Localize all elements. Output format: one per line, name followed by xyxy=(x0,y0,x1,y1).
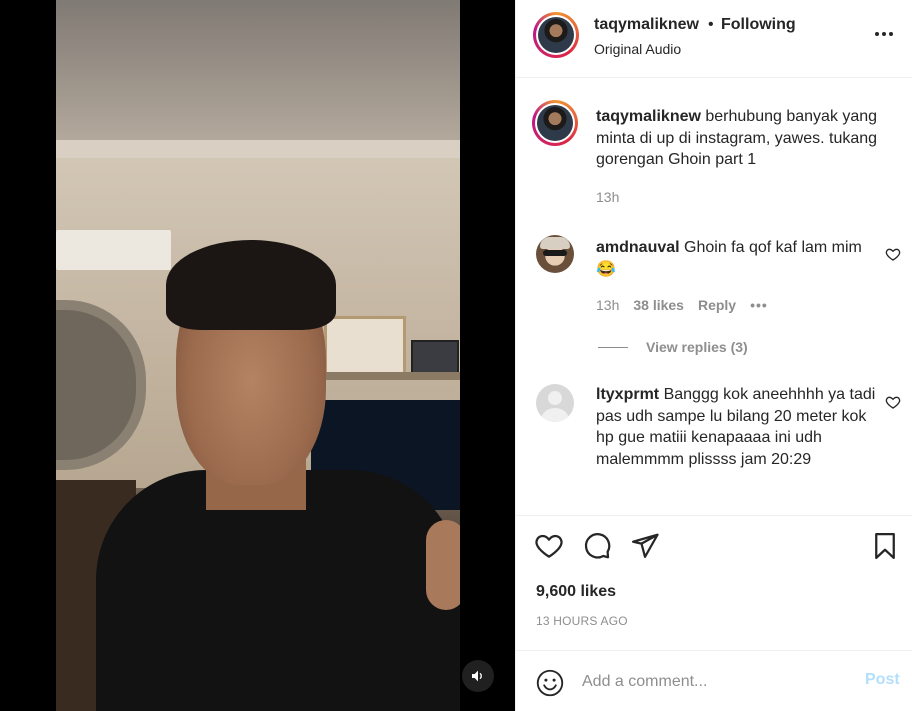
commenter-avatar[interactable] xyxy=(536,235,574,273)
audio-toggle-button[interactable] xyxy=(462,660,494,692)
like-count[interactable]: 9,600 likes xyxy=(536,583,616,601)
avatar-glasses-detail xyxy=(543,250,567,256)
avatar-border xyxy=(535,103,575,143)
video-scene-molding xyxy=(56,140,460,158)
video-scene-frame-small xyxy=(411,340,459,376)
bookmark-icon[interactable] xyxy=(870,531,900,561)
caption-text: taqymaliknew berhubung banyak yang minta… xyxy=(596,106,881,171)
post-timestamp[interactable]: 13 HOURS AGO xyxy=(536,614,628,628)
comment-username[interactable]: amdnauval xyxy=(596,239,680,256)
author-avatar[interactable] xyxy=(533,12,579,58)
reply-button[interactable]: Reply xyxy=(698,297,736,313)
video-scene-person-hair xyxy=(166,240,336,330)
comment-input[interactable] xyxy=(582,667,842,697)
view-replies-label: View replies (3) xyxy=(646,339,748,355)
author-username[interactable]: taqymaliknew xyxy=(594,16,699,34)
comment-like-heart-icon[interactable] xyxy=(885,394,901,410)
post-actions xyxy=(516,516,912,576)
original-audio-link[interactable]: Original Audio xyxy=(594,41,681,57)
avatar-cap-detail xyxy=(540,237,570,249)
post-side-panel: taqymaliknew • Following Original Audio … xyxy=(515,0,912,711)
speaker-icon xyxy=(472,670,482,682)
video-scene-person-hand xyxy=(426,520,460,610)
caption-author-avatar[interactable] xyxy=(532,100,578,146)
more-options-icon[interactable] xyxy=(872,22,896,46)
avatar-image xyxy=(538,17,574,53)
video-panel[interactable] xyxy=(0,0,515,711)
caption-time[interactable]: 13h xyxy=(596,189,619,205)
post-comment-button[interactable]: Post xyxy=(865,671,900,689)
comment-meta: 13h 38 likes Reply ••• xyxy=(596,297,768,313)
separator-dot: • xyxy=(708,16,714,33)
comment-options-icon[interactable]: ••• xyxy=(750,297,768,313)
paper-plane-icon[interactable] xyxy=(630,531,660,561)
video-scene-shelf xyxy=(316,372,460,380)
caption-username[interactable]: taqymaliknew xyxy=(596,108,701,125)
heart-icon[interactable] xyxy=(534,531,564,561)
post-modal: taqymaliknew • Following Original Audio … xyxy=(0,0,912,711)
comment-bubble-icon[interactable] xyxy=(582,531,612,561)
comments-section[interactable]: taqymaliknew berhubung banyak yang minta… xyxy=(516,78,912,516)
smiley-icon[interactable] xyxy=(536,669,564,697)
comment-text: ltyxprmt Banggg kok aneehhhh ya tadi pas… xyxy=(596,384,881,470)
comment-text: amdnauval Ghoin fa qof kaf lam mim 😂 xyxy=(596,237,881,280)
caption-meta: 13h xyxy=(596,189,619,205)
comment-time[interactable]: 13h xyxy=(596,297,619,313)
add-comment-bar: Post xyxy=(516,650,912,711)
commenter-avatar[interactable] xyxy=(536,384,574,422)
comment-likes[interactable]: 38 likes xyxy=(633,297,684,313)
video-frame[interactable] xyxy=(56,0,460,711)
avatar-border xyxy=(536,15,576,55)
view-replies-line xyxy=(598,346,628,348)
avatar-image xyxy=(537,105,573,141)
following-button[interactable]: Following xyxy=(721,16,796,34)
video-scene-air-conditioner xyxy=(56,230,171,270)
post-header: taqymaliknew • Following Original Audio xyxy=(516,0,912,78)
comment-username[interactable]: ltyxprmt xyxy=(596,386,659,403)
video-scene-frame xyxy=(324,316,406,378)
view-replies-button[interactable]: View replies (3) xyxy=(598,339,748,355)
comment-like-heart-icon[interactable] xyxy=(885,246,901,262)
video-scene-ceiling xyxy=(56,0,460,150)
